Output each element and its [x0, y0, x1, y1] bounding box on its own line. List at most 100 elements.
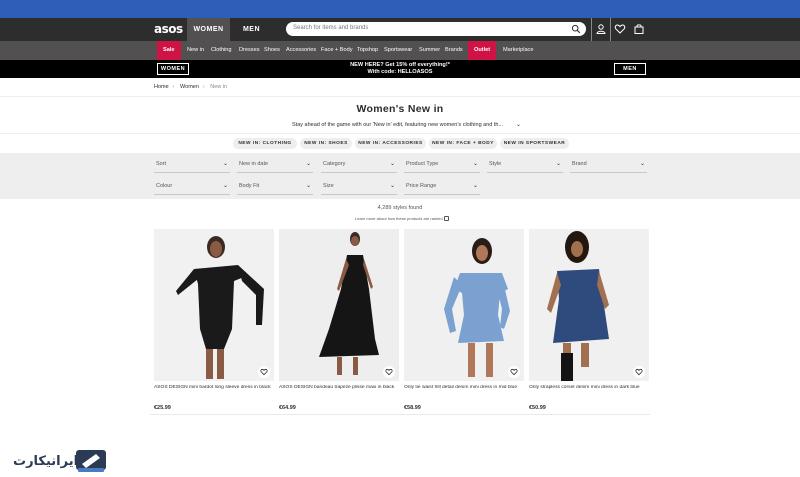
- heart-icon: [385, 368, 393, 376]
- chevron-down-icon[interactable]: ⌄: [516, 121, 521, 128]
- category-navigation: Sale New in Clothing Dresses Shoes Acces…: [0, 41, 800, 60]
- chevron-down-icon: ⌄: [639, 161, 645, 167]
- filter-body-fit[interactable]: Body Fit ⌄: [237, 179, 313, 195]
- breadcrumb-women[interactable]: Women: [180, 84, 199, 90]
- breadcrumb-current: New in: [210, 84, 228, 90]
- promo-message[interactable]: NEW HERE? Get 15% off everything!* With …: [300, 62, 500, 76]
- product-name[interactable]: ASOS DESIGN mini bardot long sleeve dres…: [154, 385, 278, 390]
- filter-label: Product Type: [406, 161, 439, 167]
- product-image[interactable]: [279, 229, 399, 381]
- filter-colour[interactable]: Colour ⌄: [154, 179, 230, 195]
- product-price: €64.99: [279, 405, 296, 411]
- model-photo: [444, 238, 510, 377]
- filter-label: New in date: [239, 161, 269, 167]
- search-icon[interactable]: [571, 24, 581, 34]
- product-image[interactable]: [529, 229, 649, 381]
- info-icon[interactable]: [444, 216, 449, 221]
- chip-new-in-shoes[interactable]: NEW IN: SHOES: [300, 138, 352, 149]
- chevron-down-icon: ⌄: [389, 183, 395, 189]
- bag-icon[interactable]: [633, 23, 645, 35]
- breadcrumb-home[interactable]: Home: [154, 84, 169, 90]
- results-count: 4,289 styles found: [377, 205, 423, 211]
- breadcrumb-separator: ›: [172, 84, 175, 90]
- filter-price-range[interactable]: Price Range ⌄: [404, 179, 480, 195]
- chevron-down-icon: ⌄: [305, 183, 311, 189]
- heart-icon: [510, 368, 518, 376]
- product-price: €25.99: [154, 405, 171, 411]
- chevron-down-icon: ⌄: [222, 183, 228, 189]
- breadcrumb-separator: ›: [202, 84, 205, 90]
- filter-style[interactable]: Style ⌄: [487, 157, 563, 173]
- heart-icon[interactable]: [614, 23, 626, 35]
- user-icon: [596, 24, 606, 34]
- tab-men[interactable]: MEN: [230, 18, 273, 41]
- nav-item-topshop[interactable]: Topshop: [357, 41, 378, 60]
- filter-label: Price Range: [406, 183, 437, 189]
- product-name[interactable]: Only tie waist frill detail denim mini d…: [404, 385, 528, 390]
- filter-sort[interactable]: Sort ⌄: [154, 157, 230, 173]
- nav-item-shoes[interactable]: Shoes: [264, 41, 280, 60]
- page-title: Women's New in: [356, 103, 444, 115]
- filter-brand[interactable]: Brand ⌄: [570, 157, 647, 173]
- filter-new-in-date[interactable]: New in date ⌄: [237, 157, 313, 173]
- filter-label: Size: [323, 183, 334, 189]
- nav-item-new-in[interactable]: New in: [187, 41, 204, 60]
- product-name[interactable]: ASOS DESIGN bandeau trapeze plisse maxi …: [279, 385, 403, 390]
- nav-item-dresses[interactable]: Dresses: [239, 41, 260, 60]
- nav-item-sale[interactable]: Sale: [157, 41, 181, 60]
- filter-label: Brand: [572, 161, 587, 167]
- filter-category[interactable]: Category ⌄: [321, 157, 397, 173]
- nav-item-brands[interactable]: Brands: [445, 41, 463, 60]
- save-for-later-button[interactable]: [633, 366, 645, 378]
- chip-new-in-accessories[interactable]: NEW IN: ACCESSORIES: [355, 138, 426, 149]
- account-button[interactable]: [591, 18, 611, 41]
- ranking-info-link[interactable]: Learn more about how these products are …: [355, 216, 443, 221]
- search-input[interactable]: Search for items and brands: [286, 22, 586, 36]
- chevron-down-icon: ⌄: [472, 183, 478, 189]
- filter-label: Colour: [156, 183, 173, 189]
- page-subtitle: Stay ahead of the game with our 'New in'…: [292, 122, 504, 128]
- filter-bar: Sort ⌄ New in date ⌄ Category ⌄ Product Typ…: [0, 153, 800, 199]
- promo-banner: WOMEN NEW HERE? Get 15% off everything!*…: [0, 60, 800, 78]
- filter-product-type[interactable]: Product Type ⌄: [404, 157, 480, 173]
- heart-icon: [635, 368, 643, 376]
- chip-new-in-face-body[interactable]: NEW IN: FACE + BODY: [429, 138, 497, 149]
- filter-label: Style: [489, 161, 502, 167]
- chip-new-in-sportswear[interactable]: NEW IN SPORTSWEAR: [500, 138, 569, 149]
- model-photo: [319, 232, 379, 375]
- product-image[interactable]: [404, 229, 524, 381]
- save-for-later-button[interactable]: [258, 366, 270, 378]
- top-navigation: asos WOMEN MEN Search for items and bran…: [0, 18, 800, 41]
- watermark-text: ایرانیکارت: [13, 454, 79, 469]
- save-for-later-button[interactable]: [508, 366, 520, 378]
- chevron-down-icon: ⌄: [222, 161, 228, 167]
- asos-logo[interactable]: asos: [154, 22, 183, 36]
- filter-size[interactable]: Size ⌄: [321, 179, 397, 195]
- promo-men-button[interactable]: MEN: [614, 63, 646, 75]
- top-blue-bar: [0, 0, 800, 18]
- chevron-down-icon: ⌄: [305, 161, 311, 167]
- promo-line-1: NEW HERE? Get 15% off everything!*: [350, 62, 450, 68]
- tab-women[interactable]: WOMEN: [187, 18, 230, 41]
- chip-new-in-clothing[interactable]: NEW IN: CLOTHING: [233, 138, 297, 149]
- model-photo: [547, 231, 609, 381]
- divider: [0, 96, 800, 97]
- nav-item-accessories[interactable]: Accessories: [286, 41, 316, 60]
- save-for-later-button[interactable]: [383, 366, 395, 378]
- filter-label: Body Fit: [239, 183, 260, 189]
- product-name[interactable]: Only strapless corset denim mini dress i…: [529, 385, 653, 390]
- nav-item-face-body[interactable]: Face + Body: [321, 41, 353, 60]
- nav-item-outlet[interactable]: Outlet: [468, 41, 497, 60]
- nav-item-summer[interactable]: Summer: [419, 41, 440, 60]
- filter-label: Sort: [156, 161, 167, 167]
- promo-line-2: With code: HELLOASOS: [367, 69, 433, 75]
- nav-item-clothing[interactable]: Clothing: [211, 41, 232, 60]
- filter-label: Category: [323, 161, 346, 167]
- product-image[interactable]: [154, 229, 274, 381]
- nav-item-marketplace[interactable]: Marketplace: [503, 41, 533, 60]
- product-price: €50.99: [529, 405, 546, 411]
- search-placeholder: Search for items and brands: [293, 25, 369, 31]
- breadcrumb: Home › Women › New in: [154, 84, 231, 90]
- promo-women-button[interactable]: WOMEN: [157, 63, 189, 75]
- nav-item-sportswear[interactable]: Sportswear: [384, 41, 412, 60]
